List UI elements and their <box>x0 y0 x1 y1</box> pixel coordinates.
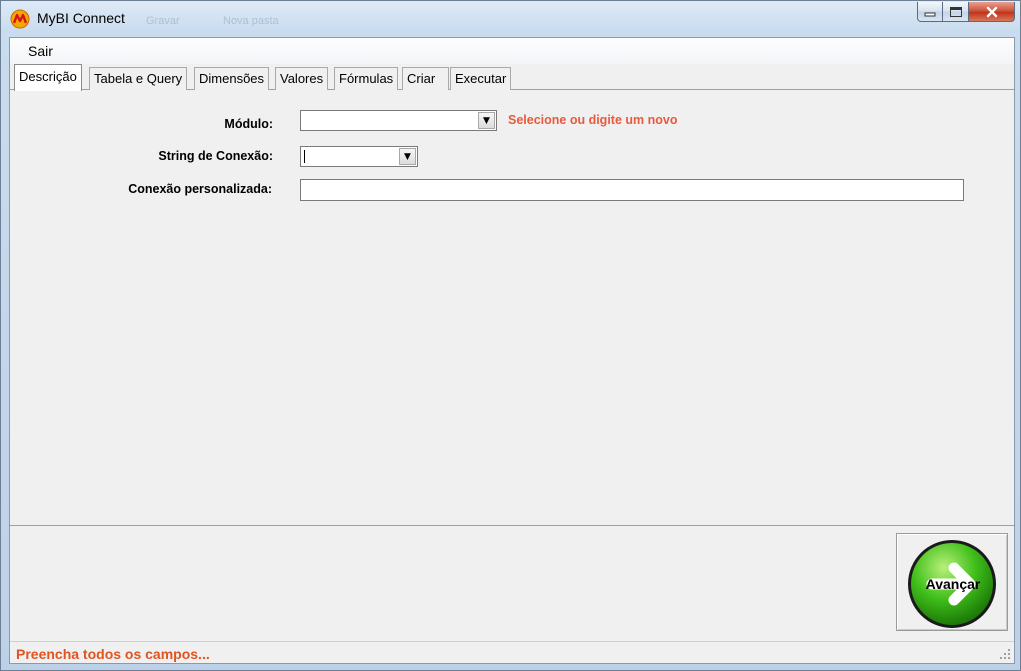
tab-page-descricao: Módulo: ▼ Selecione ou digite um novo St… <box>10 90 1014 526</box>
status-message: Preencha todos os campos... <box>16 646 210 662</box>
close-icon <box>986 6 997 17</box>
conexao-personalizada-input[interactable] <box>300 179 964 201</box>
tab-descricao[interactable]: Descrição <box>14 64 82 91</box>
tab-formulas[interactable]: Fórmulas <box>334 67 399 90</box>
avancar-label: Avançar <box>925 576 981 592</box>
minimize-button[interactable] <box>917 2 943 22</box>
chevron-down-icon[interactable]: ▼ <box>399 148 416 165</box>
window-controls <box>917 2 1015 22</box>
tab-dimensoes[interactable]: Dimensões <box>194 67 270 90</box>
background-ghost-text: Gravar <box>146 15 180 27</box>
menu-bar: Sair <box>10 38 1014 64</box>
title-bar[interactable]: Gravar Nova pasta MyBI Connect <box>1 1 1020 37</box>
tab-criar[interactable]: Criar <box>402 67 449 90</box>
tab-tabela-e-query[interactable]: Tabela e Query <box>89 67 188 90</box>
modulo-hint: Selecione ou digite um novo <box>508 113 678 127</box>
maximize-icon <box>949 6 962 17</box>
tab-executar[interactable]: Executar <box>450 67 512 90</box>
close-button[interactable] <box>969 2 1015 22</box>
client-area: Sair Descrição Tabela e Query Dimensões … <box>9 37 1015 664</box>
avancar-button[interactable]: Avançar <box>896 533 1008 631</box>
maximize-button[interactable] <box>943 2 969 22</box>
window-title: MyBI Connect <box>37 10 125 26</box>
text-caret <box>304 150 305 163</box>
string-conexao-label: String de Conexão: <box>158 149 273 163</box>
string-conexao-combo[interactable]: ▼ <box>300 146 418 167</box>
modulo-combo[interactable]: ▼ <box>300 110 497 131</box>
mybi-logo-icon <box>10 9 30 29</box>
background-ghost-text: Nova pasta <box>223 15 279 27</box>
tab-valores[interactable]: Valores <box>275 67 329 90</box>
tab-strip: Descrição Tabela e Query Dimensões Valor… <box>10 64 1014 91</box>
menu-item-sair[interactable]: Sair <box>19 43 62 59</box>
bottom-panel: Avançar <box>10 527 1014 639</box>
chevron-down-icon[interactable]: ▼ <box>478 112 495 129</box>
status-bar: Preencha todos os campos... <box>10 641 1014 663</box>
conexao-personalizada-label: Conexão personalizada: <box>128 182 272 196</box>
resize-grip-icon[interactable] <box>999 648 1011 660</box>
modulo-label: Módulo: <box>224 117 273 131</box>
app-window: Gravar Nova pasta MyBI Connect Sair Desc… <box>0 0 1021 671</box>
minimize-icon <box>924 12 936 16</box>
